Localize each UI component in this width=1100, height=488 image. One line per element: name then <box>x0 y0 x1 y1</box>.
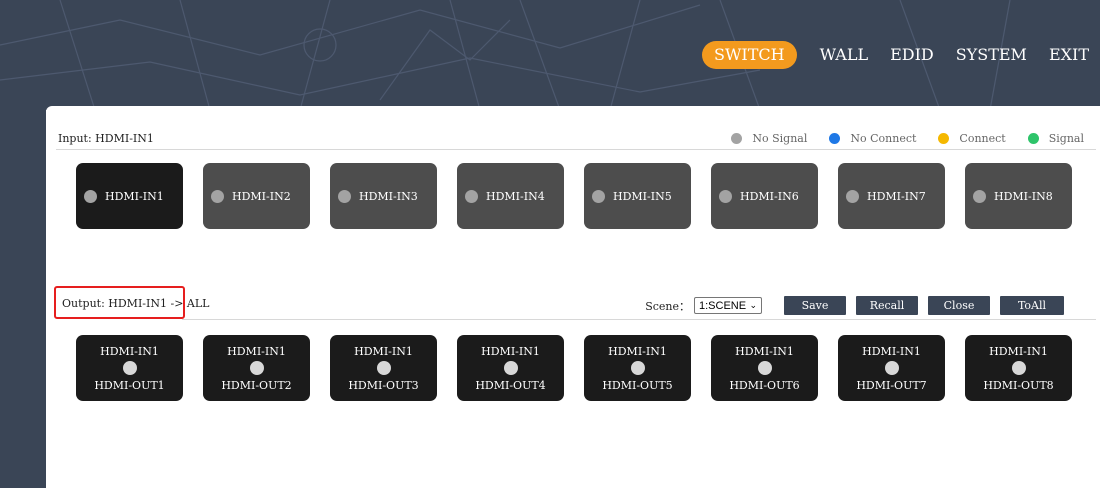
input-tile-label: HDMI-IN3 <box>359 189 418 203</box>
output-name-label: HDMI-OUT5 <box>602 378 673 392</box>
left-background-strip <box>0 110 46 488</box>
main-nav: SWITCH WALL EDID SYSTEM EXIT <box>702 41 1100 69</box>
input-tile-hdmi-in2[interactable]: HDMI-IN2 <box>203 163 310 229</box>
chevron-down-icon: ⌄ <box>749 300 757 310</box>
signal-status-dot-icon <box>973 189 986 203</box>
toall-button[interactable]: ToAll <box>1000 296 1064 315</box>
input-tile-hdmi-in8[interactable]: HDMI-IN8 <box>965 163 1072 229</box>
output-tile-hdmi-out7[interactable]: HDMI-IN1 HDMI-OUT7 <box>838 335 945 401</box>
close-button[interactable]: Close <box>928 296 990 315</box>
output-status-dot-icon <box>503 360 518 375</box>
output-tile-hdmi-out3[interactable]: HDMI-IN1 HDMI-OUT3 <box>330 335 437 401</box>
input-status-label: Input: HDMI-IN1 <box>58 132 154 145</box>
input-tile-label: HDMI-IN5 <box>613 189 672 203</box>
nav-wall[interactable]: WALL <box>809 41 879 69</box>
signal-status-dot-icon <box>211 189 224 203</box>
output-name-label: HDMI-OUT2 <box>221 378 292 392</box>
scene-label: Scene： <box>645 299 690 313</box>
output-source-label: HDMI-IN1 <box>608 344 667 358</box>
output-source-label: HDMI-IN1 <box>735 344 794 358</box>
input-tile-hdmi-in4[interactable]: HDMI-IN4 <box>457 163 564 229</box>
output-tiles: HDMI-IN1 HDMI-OUT1 HDMI-IN1 HDMI-OUT2 HD… <box>76 335 1096 401</box>
output-tile-hdmi-out1[interactable]: HDMI-IN1 HDMI-OUT1 <box>76 335 183 401</box>
signal-status-dot-icon <box>465 189 478 203</box>
input-tile-hdmi-in6[interactable]: HDMI-IN6 <box>711 163 818 229</box>
legend-label: No Connect <box>850 132 917 145</box>
input-tile-label: HDMI-IN7 <box>867 189 926 203</box>
output-source-label: HDMI-IN1 <box>862 344 921 358</box>
input-section-bar: Input: HDMI-IN1 No Signal No Connect Con… <box>56 128 1096 150</box>
output-tile-hdmi-out2[interactable]: HDMI-IN1 HDMI-OUT2 <box>203 335 310 401</box>
input-tiles: HDMI-IN1 HDMI-IN2 HDMI-IN3 HDMI-IN4 HDMI… <box>76 163 1096 229</box>
save-button[interactable]: Save <box>784 296 846 315</box>
signal-status-dot-icon <box>338 189 351 203</box>
output-tile-hdmi-out5[interactable]: HDMI-IN1 HDMI-OUT5 <box>584 335 691 401</box>
output-name-label: HDMI-OUT8 <box>983 378 1054 392</box>
output-status-dot-icon <box>884 360 899 375</box>
output-source-label: HDMI-IN1 <box>989 344 1048 358</box>
output-label-highlight: Output: HDMI-IN1 -> ALL <box>54 286 209 319</box>
output-tile-hdmi-out6[interactable]: HDMI-IN1 HDMI-OUT6 <box>711 335 818 401</box>
output-status-dot-icon <box>122 360 137 375</box>
output-name-label: HDMI-OUT4 <box>475 378 546 392</box>
output-status-dot-icon <box>249 360 264 375</box>
signal-status-dot-icon <box>846 189 859 203</box>
signal-status-dot-icon <box>592 189 605 203</box>
output-source-label: HDMI-IN1 <box>481 344 540 358</box>
output-source-label: HDMI-IN1 <box>100 344 159 358</box>
output-divider <box>182 319 1096 320</box>
legend-no-signal: No Signal <box>731 132 807 145</box>
signal-status-dot-icon <box>84 189 97 203</box>
output-tile-hdmi-out8[interactable]: HDMI-IN1 HDMI-OUT8 <box>965 335 1072 401</box>
yellow-dot-icon <box>938 133 950 144</box>
output-name-label: HDMI-OUT6 <box>729 378 800 392</box>
input-tile-label: HDMI-IN6 <box>740 189 799 203</box>
output-source-label: HDMI-IN1 <box>354 344 413 358</box>
nav-edid[interactable]: EDID <box>879 41 945 69</box>
status-legend: No Signal No Connect Connect Signal <box>709 132 1084 145</box>
legend-label: Signal <box>1048 132 1084 145</box>
legend-no-connect: No Connect <box>829 132 916 145</box>
gray-dot-icon <box>731 133 743 144</box>
input-tile-hdmi-in5[interactable]: HDMI-IN5 <box>584 163 691 229</box>
output-status-label: Output: HDMI-IN1 -> ALL <box>62 297 210 310</box>
scene-toolbar: Scene： 1:SCENE ⌄ Save Recall Close ToAll <box>645 296 1064 315</box>
output-tile-hdmi-out4[interactable]: HDMI-IN1 HDMI-OUT4 <box>457 335 564 401</box>
input-tile-label: HDMI-IN2 <box>232 189 291 203</box>
output-source-label: HDMI-IN1 <box>227 344 286 358</box>
scene-select-value: 1:SCENE <box>699 299 747 312</box>
legend-signal: Signal <box>1027 132 1084 145</box>
output-status-dot-icon <box>630 360 645 375</box>
nav-exit[interactable]: EXIT <box>1038 41 1100 69</box>
output-name-label: HDMI-OUT1 <box>94 378 165 392</box>
input-tile-hdmi-in1[interactable]: HDMI-IN1 <box>76 163 183 229</box>
input-tile-label: HDMI-IN8 <box>994 189 1053 203</box>
input-tile-hdmi-in3[interactable]: HDMI-IN3 <box>330 163 437 229</box>
signal-status-dot-icon <box>719 189 732 203</box>
output-name-label: HDMI-OUT3 <box>348 378 419 392</box>
legend-label: Connect <box>959 132 1006 145</box>
output-status-dot-icon <box>757 360 772 375</box>
green-dot-icon <box>1027 133 1039 144</box>
nav-switch[interactable]: SWITCH <box>702 41 797 69</box>
recall-button[interactable]: Recall <box>856 296 918 315</box>
blue-dot-icon <box>829 133 841 144</box>
input-tile-label: HDMI-IN1 <box>105 189 164 203</box>
input-tile-hdmi-in7[interactable]: HDMI-IN7 <box>838 163 945 229</box>
legend-connect: Connect <box>938 132 1006 145</box>
scene-select[interactable]: 1:SCENE ⌄ <box>694 297 762 314</box>
input-tile-label: HDMI-IN4 <box>486 189 545 203</box>
nav-system[interactable]: SYSTEM <box>945 41 1038 69</box>
output-status-dot-icon <box>376 360 391 375</box>
output-name-label: HDMI-OUT7 <box>856 378 927 392</box>
header-bar: SWITCH WALL EDID SYSTEM EXIT <box>0 0 1100 110</box>
output-status-dot-icon <box>1011 360 1026 375</box>
legend-label: No Signal <box>752 132 808 145</box>
switch-panel: Input: HDMI-IN1 No Signal No Connect Con… <box>46 106 1100 488</box>
